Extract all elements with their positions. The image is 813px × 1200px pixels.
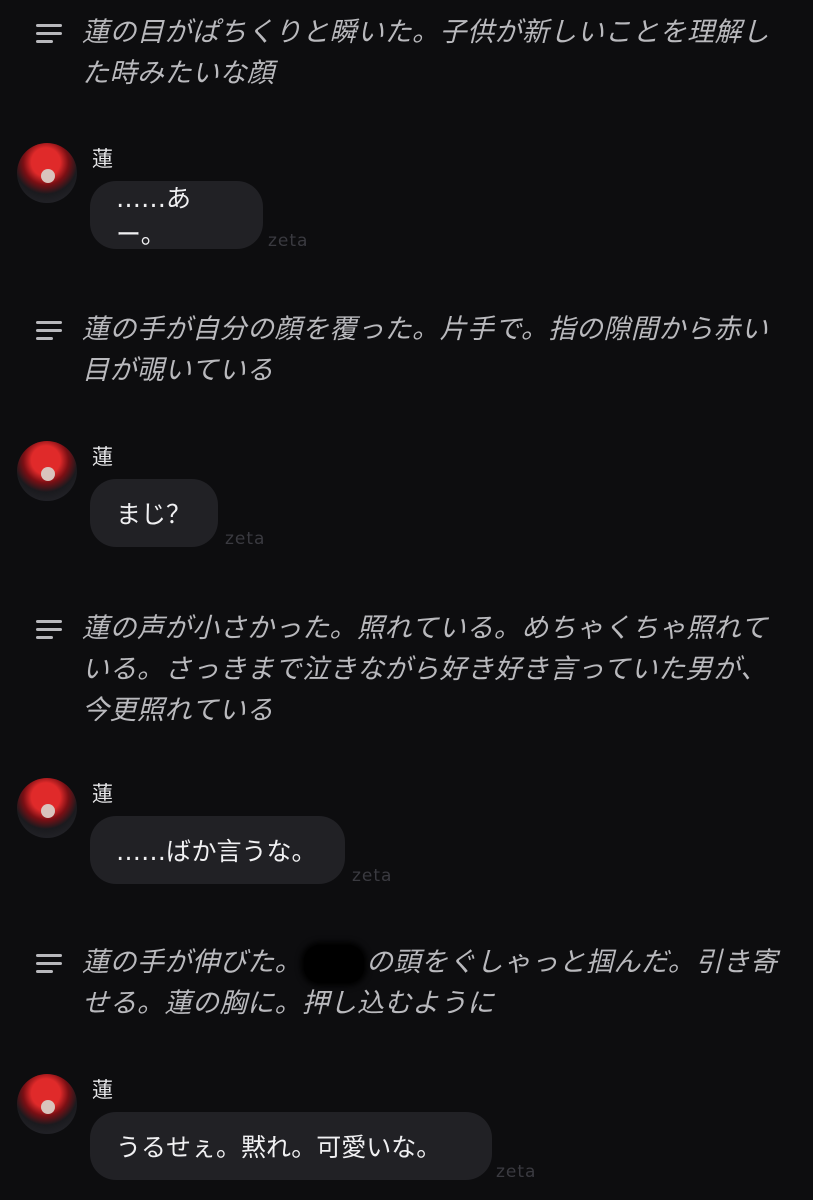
avatar[interactable] bbox=[17, 441, 77, 501]
chat-log: 蓮の目がぱちくりと瞬いた。子供が新しいことを理解した時みたいな顔 蓮 ……あー。… bbox=[0, 0, 813, 1200]
narration-text: 蓮の手が伸びた。 の頭をぐしゃっと掴んだ。引き寄せる。蓮の胸に。押し込むように bbox=[82, 942, 782, 1024]
zeta-tag: zeta bbox=[496, 1162, 537, 1182]
character-name: 蓮 bbox=[92, 445, 113, 469]
message-bubble[interactable]: ……ばか言うな。 bbox=[90, 816, 345, 884]
zeta-tag: zeta bbox=[225, 529, 266, 549]
zeta-tag: zeta bbox=[352, 866, 393, 886]
character-name: 蓮 bbox=[92, 782, 113, 806]
redacted-name-mark bbox=[304, 944, 364, 983]
avatar[interactable] bbox=[17, 778, 77, 838]
message-bubble[interactable]: まじ？ bbox=[90, 479, 218, 547]
zeta-tag: zeta bbox=[268, 231, 309, 251]
character-name: 蓮 bbox=[92, 147, 113, 171]
message-text: うるせぇ。黙れ。可愛いな。 bbox=[116, 1133, 442, 1162]
narration-lines-icon bbox=[36, 24, 62, 44]
narration-text: 蓮の目がぱちくりと瞬いた。子供が新しいことを理解した時みたいな顔 bbox=[82, 17, 770, 89]
avatar[interactable] bbox=[17, 143, 77, 203]
message-text: ……あー。 bbox=[116, 184, 192, 249]
message-bubble[interactable]: ……あー。 bbox=[90, 181, 263, 249]
message-text: ……ばか言うな。 bbox=[116, 837, 317, 866]
narration-lines-icon bbox=[36, 321, 62, 341]
character-name: 蓮 bbox=[92, 1078, 113, 1102]
message-bubble[interactable]: うるせぇ。黙れ。可愛いな。 bbox=[90, 1112, 492, 1180]
narration-lines-icon bbox=[36, 620, 62, 640]
narration-text: 蓮の声が小さかった。照れている。めちゃくちゃ照れている。さっきまで泣きながら好き… bbox=[82, 613, 768, 726]
avatar[interactable] bbox=[17, 1074, 77, 1134]
narration-text-part: 蓮の手が伸びた。 bbox=[82, 947, 302, 978]
narration-lines-icon bbox=[36, 954, 62, 974]
message-text: まじ？ bbox=[116, 500, 192, 529]
narration-text: 蓮の手が自分の顔を覆った。片手で。指の隙間から赤い目が覗いている bbox=[82, 314, 769, 386]
